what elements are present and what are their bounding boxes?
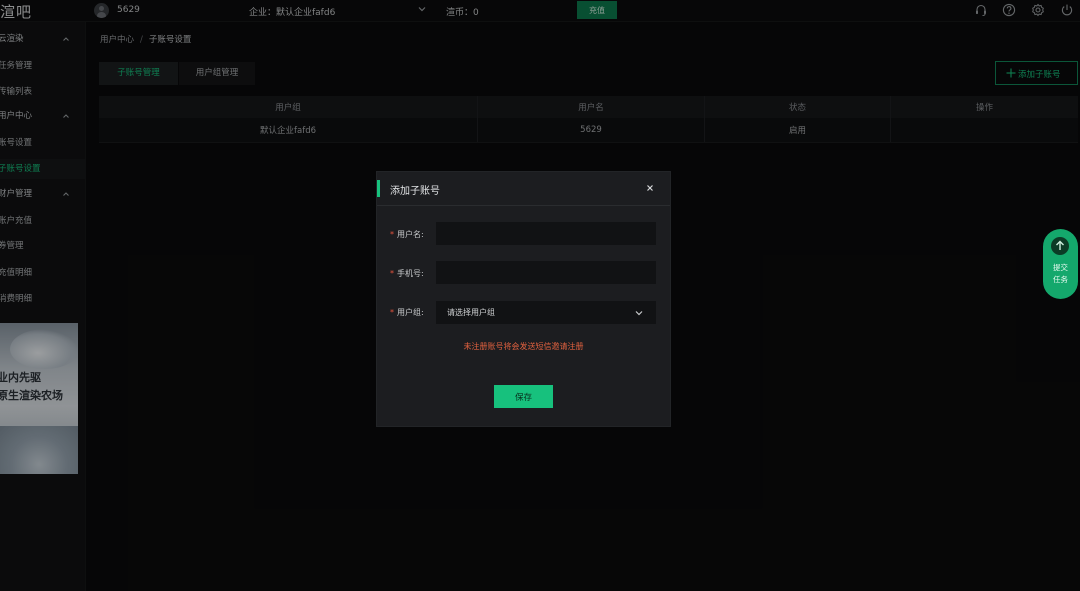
submit-task-label-1: 提交 [1053, 263, 1068, 272]
submit-task-label-2: 任务 [1053, 275, 1068, 284]
required-mark: * [390, 230, 394, 239]
username-label: * 用户名: [390, 229, 424, 240]
user-group-label: * 用户组: [390, 307, 424, 318]
phone-label-text: 手机号: [397, 269, 424, 278]
phone-label: * 手机号: [390, 268, 424, 279]
save-button[interactable]: 保存 [494, 385, 553, 408]
required-mark: * [390, 269, 394, 278]
arrow-up-icon [1056, 240, 1064, 250]
username-input[interactable] [436, 222, 656, 245]
submit-task-icon-bg [1051, 237, 1069, 255]
phone-input[interactable] [436, 261, 656, 284]
modal-header: 添加子账号 [377, 172, 670, 206]
modal-title: 添加子账号 [390, 186, 440, 197]
submit-task-float-button[interactable]: 提交 任务 [1043, 229, 1078, 299]
user-group-select[interactable]: 请选择用户组 [436, 301, 656, 324]
required-mark: * [390, 308, 394, 317]
user-group-select-value: 请选择用户组 [447, 308, 495, 317]
modal-title-accent-bar [377, 180, 380, 197]
user-group-label-text: 用户组: [397, 308, 424, 317]
add-subaccount-modal: 添加子账号 * 用户名: * 手机号: * 用户组: 请选择用户组 未注册账号将会发送… [377, 172, 670, 426]
chevron-down-icon [635, 311, 643, 316]
sms-invite-hint: 未注册账号将会发送短信邀请注册 [463, 342, 584, 351]
username-label-text: 用户名: [397, 230, 424, 239]
close-icon[interactable] [645, 183, 655, 193]
